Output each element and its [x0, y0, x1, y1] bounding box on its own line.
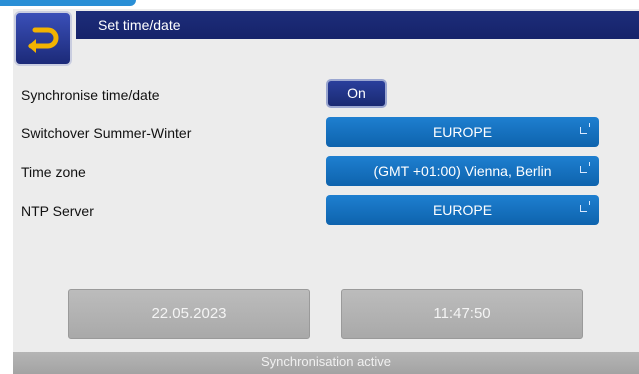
page-title: Set time/date	[76, 11, 639, 39]
back-arrow-icon	[28, 27, 59, 53]
ntp-value: EUROPE	[432, 202, 493, 218]
back-button[interactable]	[14, 11, 72, 66]
timezone-value: (GMT +01:00) Vienna, Berlin	[373, 163, 552, 179]
ntp-label: NTP Server	[21, 203, 94, 219]
ntp-select[interactable]: EUROPE	[326, 195, 599, 225]
dropdown-corner-icon	[580, 123, 590, 134]
timezone-label: Time zone	[21, 164, 86, 180]
dropdown-corner-icon	[580, 201, 590, 212]
status-text: Synchronisation active	[260, 354, 392, 369]
sync-toggle-button[interactable]: On	[326, 79, 387, 108]
dropdown-corner-icon	[580, 162, 590, 173]
switchover-label: Switchover Summer-Winter	[21, 125, 192, 141]
sync-label: Synchronise time/date	[21, 87, 160, 103]
date-display: 22.05.2023	[68, 289, 310, 339]
top-accent-bar	[0, 0, 136, 6]
switchover-value: EUROPE	[432, 124, 493, 140]
switchover-select[interactable]: EUROPE	[326, 117, 599, 147]
timezone-select[interactable]: (GMT +01:00) Vienna, Berlin	[326, 156, 599, 186]
time-display: 11:47:50	[341, 289, 583, 339]
